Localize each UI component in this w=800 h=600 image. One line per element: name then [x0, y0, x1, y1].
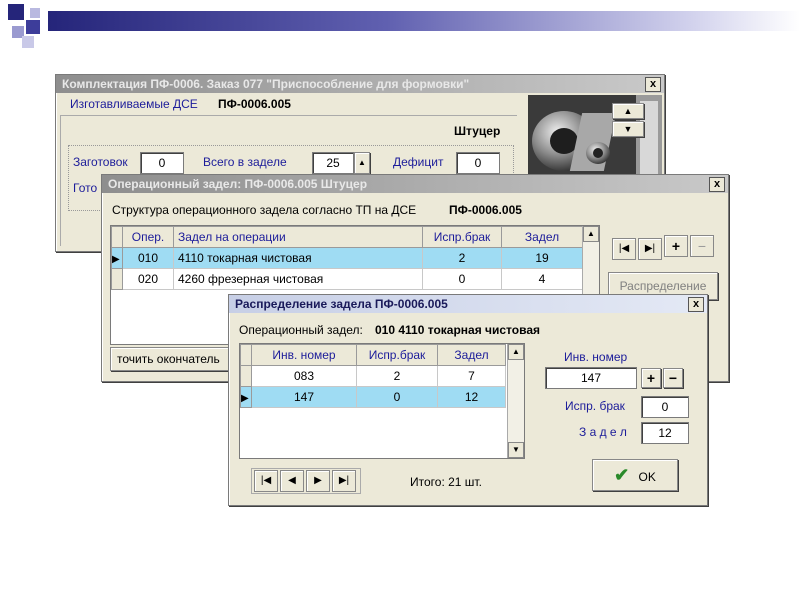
- close-button[interactable]: x: [688, 297, 704, 312]
- dse-label: Изготавливаемые ДСЕ: [70, 97, 198, 111]
- op-cell: 010: [122, 247, 174, 269]
- struct-code: ПФ-0006.005: [449, 203, 522, 217]
- next-record-button[interactable]: ▶: [306, 470, 330, 492]
- op-value: 010 4110 токарная чистовая: [375, 323, 540, 337]
- row-indicator: [111, 268, 123, 290]
- vsego-spin-button[interactable]: ▲: [354, 152, 370, 174]
- slide-header-band: [48, 11, 800, 31]
- deficit-field[interactable]: 0: [456, 152, 500, 174]
- decor-square: [26, 20, 40, 34]
- brak-cell: 0: [422, 268, 502, 290]
- scroll-up-button[interactable]: ▲: [612, 103, 644, 119]
- op-cell: 020: [122, 268, 174, 290]
- brak-cell: 0: [356, 386, 438, 408]
- inventory-table-container: Инв. номер Испр.брак Задел 083 2 7 ▶ 147…: [239, 343, 525, 459]
- last-record-button[interactable]: ▶|: [332, 470, 356, 492]
- column-header[interactable]: Инв. номер: [251, 344, 357, 366]
- scroll-down-button[interactable]: ▼: [612, 121, 644, 137]
- column-header[interactable]: Задел: [437, 344, 506, 366]
- zadel-cell: 19: [501, 247, 583, 269]
- name-cell: 4110 токарная чистовая: [173, 247, 423, 269]
- table-row[interactable]: ▶ 010 4110 токарная чистовая 2 19: [111, 247, 583, 269]
- decor-square: [8, 4, 24, 20]
- close-button[interactable]: x: [645, 77, 661, 92]
- column-header[interactable]: Задел на операции: [173, 226, 423, 248]
- decor-square: [22, 36, 34, 48]
- window-title: Операционный задел: ПФ-0006.005 Штуцер x: [102, 175, 728, 193]
- name-cell: 4260 фрезерная чистовая: [173, 268, 423, 290]
- inv-field[interactable]: 147: [545, 367, 637, 389]
- row-indicator: ▶: [240, 386, 252, 408]
- zadel-label: З а д е л: [579, 425, 627, 439]
- window-title-text: Операционный задел: ПФ-0006.005 Штуцер: [108, 177, 368, 191]
- deficit-label: Дефицит: [393, 155, 444, 169]
- brak-field[interactable]: 0: [641, 396, 689, 418]
- vsego-field[interactable]: 25: [312, 152, 354, 174]
- inv-cell: 083: [251, 365, 357, 387]
- scroll-up-button[interactable]: ▲: [583, 226, 599, 242]
- operations-table: Опер. Задел на операции Испр.брак Задел …: [111, 226, 583, 290]
- zadel-field[interactable]: 12: [641, 422, 689, 444]
- record-navigator: |◀ ▶| + −: [612, 235, 716, 261]
- part-photo-image: ▲ ▼: [528, 95, 662, 181]
- table-row[interactable]: 083 2 7: [240, 365, 506, 387]
- column-header[interactable]: Испр.брак: [356, 344, 438, 366]
- ok-button-label: OK: [638, 470, 656, 484]
- record-navigator: |◀ ◀ ▶ ▶|: [251, 468, 361, 494]
- remove-button[interactable]: −: [663, 368, 683, 388]
- prev-record-button[interactable]: ◀: [280, 470, 304, 492]
- inv-cell: 147: [251, 386, 357, 408]
- current-row-arrow-icon: ▶: [112, 254, 120, 265]
- column-header[interactable]: Опер.: [122, 226, 174, 248]
- first-record-button[interactable]: |◀: [612, 238, 636, 260]
- column-header[interactable]: Испр.брак: [422, 226, 502, 248]
- brak-cell: 2: [422, 247, 502, 269]
- row-indicator: ▶: [111, 247, 123, 269]
- inventory-table: Инв. номер Испр.брак Задел 083 2 7 ▶ 147…: [240, 344, 506, 408]
- comment-field[interactable]: точить окончатель: [110, 347, 236, 371]
- zagotovok-label: Заготовок: [73, 155, 128, 169]
- zadel-cell: 7: [437, 365, 506, 387]
- vsego-label: Всего в заделе: [203, 155, 287, 169]
- goto-label: Гото: [73, 181, 98, 195]
- window-title: Комплектация ПФ-0006. Заказ 077 "Приспос…: [56, 75, 664, 93]
- row-indicator: [240, 365, 252, 387]
- close-button[interactable]: x: [709, 177, 725, 192]
- dse-code: ПФ-0006.005: [218, 97, 291, 111]
- row-indicator-header: [111, 226, 123, 248]
- last-record-button[interactable]: ▶|: [638, 238, 662, 260]
- struct-label: Структура операционного задела согласно …: [112, 203, 417, 217]
- raspredelenie-zadela-window: Распределение задела ПФ-0006.005 x Опера…: [228, 294, 708, 506]
- op-label: Операционный задел:: [239, 323, 363, 337]
- row-indicator-header: [240, 344, 252, 366]
- zadel-cell: 4: [501, 268, 583, 290]
- window-title-text: Распределение задела ПФ-0006.005: [235, 297, 448, 311]
- add-record-button[interactable]: +: [664, 235, 688, 257]
- table-row[interactable]: ▶ 147 0 12: [240, 386, 506, 408]
- table-row[interactable]: 020 4260 фрезерная чистовая 0 4: [111, 268, 583, 290]
- add-button[interactable]: +: [641, 368, 661, 388]
- decor-square: [30, 8, 40, 18]
- column-header[interactable]: Задел: [501, 226, 583, 248]
- current-row-arrow-icon: ▶: [241, 393, 249, 404]
- brak-label: Испр. брак: [565, 399, 625, 413]
- first-record-button[interactable]: |◀: [254, 470, 278, 492]
- zagotovok-field[interactable]: 0: [140, 152, 184, 174]
- scroll-up-button[interactable]: ▲: [508, 344, 524, 360]
- checkmark-icon: ✔: [614, 465, 630, 485]
- window-title: Распределение задела ПФ-0006.005 x: [229, 295, 707, 313]
- part-name: Штуцер: [454, 124, 501, 138]
- scroll-down-button[interactable]: ▼: [508, 442, 524, 458]
- vertical-scrollbar[interactable]: ▲ ▼: [507, 344, 524, 458]
- delete-record-button[interactable]: −: [690, 235, 714, 257]
- total-text: Итого: 21 шт.: [410, 475, 482, 489]
- zadel-cell: 12: [437, 386, 506, 408]
- window-title-text: Комплектация ПФ-0006. Заказ 077 "Приспос…: [62, 77, 470, 91]
- ok-button[interactable]: ✔ OK: [592, 459, 678, 491]
- brak-cell: 2: [356, 365, 438, 387]
- inv-label: Инв. номер: [564, 350, 628, 364]
